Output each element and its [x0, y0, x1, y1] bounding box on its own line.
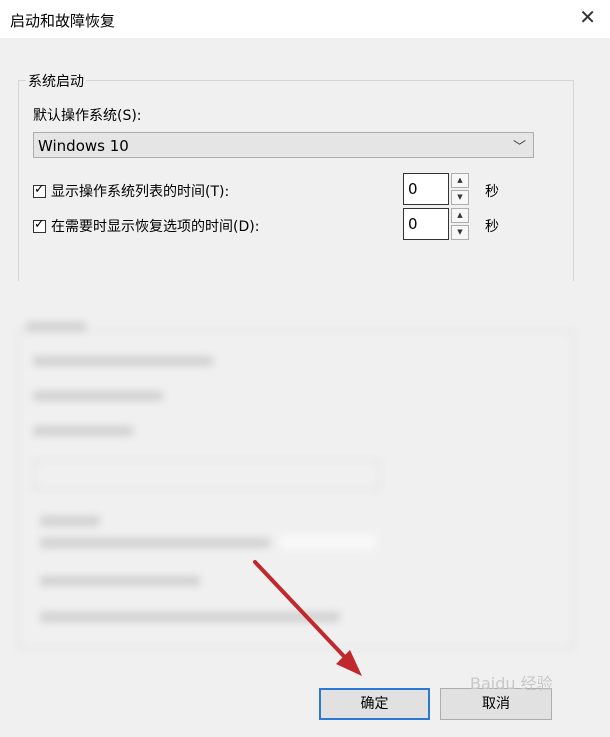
- show-recovery-row: 在需要时显示恢复选项的时间(D):: [33, 216, 259, 236]
- baidu-watermark: Baidu 经验: [470, 674, 553, 693]
- show-recovery-spinner: 0 ▲ ▼: [403, 208, 470, 240]
- close-icon[interactable]: ✕: [579, 5, 596, 29]
- spin-up-icon[interactable]: ▲: [451, 173, 469, 188]
- default-os-dropdown[interactable]: Windows 10 ﹀: [33, 132, 534, 158]
- spin-down-icon[interactable]: ▼: [451, 190, 469, 205]
- show-os-list-unit: 秒: [485, 184, 499, 200]
- spin-up-icon[interactable]: ▲: [451, 208, 469, 223]
- show-recovery-unit: 秒: [485, 219, 499, 235]
- show-os-list-input[interactable]: 0: [403, 173, 449, 205]
- ok-button[interactable]: 确定: [319, 688, 430, 720]
- show-os-list-label: 显示操作系统列表的时间(T):: [51, 184, 230, 200]
- spin-down-icon[interactable]: ▼: [451, 225, 469, 240]
- show-recovery-label: 在需要时显示恢复选项的时间(D):: [51, 219, 260, 235]
- blurred-system-failure-section: [0, 300, 610, 670]
- system-startup-caption: 系统启动: [26, 71, 86, 91]
- chevron-down-icon: ﹀: [512, 140, 526, 155]
- window-title: 启动和故障恢复: [10, 12, 116, 30]
- show-recovery-input[interactable]: 0: [403, 208, 449, 240]
- default-os-label: 默认操作系统(S):: [33, 108, 142, 124]
- show-os-list-spinner: 0 ▲ ▼: [403, 173, 470, 205]
- show-os-list-row: 显示操作系统列表的时间(T):: [33, 181, 229, 201]
- default-os-value: Windows 10: [38, 137, 129, 155]
- title-bar: 启动和故障恢复 ✕: [0, 0, 610, 38]
- show-recovery-checkbox[interactable]: [33, 217, 46, 233]
- show-os-list-checkbox[interactable]: [33, 182, 46, 198]
